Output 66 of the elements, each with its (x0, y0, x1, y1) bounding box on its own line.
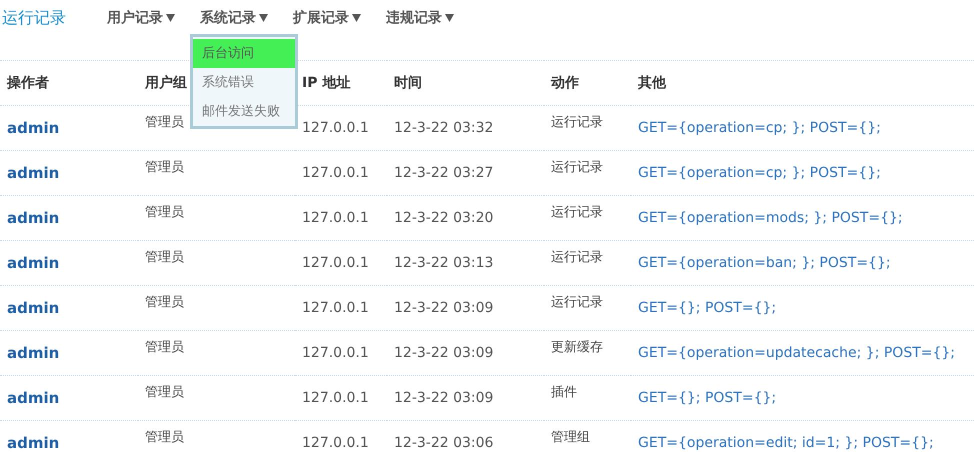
column-header: 用户组 (145, 75, 187, 91)
column-header: 时间 (394, 75, 422, 91)
caret-icon (166, 14, 175, 22)
caret-icon (445, 14, 454, 22)
details-cell: GET={operation=ban; }; POST={}; (638, 255, 891, 271)
ip-cell: 127.0.0.1 (302, 165, 369, 181)
details-cell: GET={}; POST={}; (638, 390, 776, 406)
operator-link[interactable]: admin (7, 119, 60, 137)
time-cell: 12-3-22 03:27 (394, 165, 494, 181)
caret-icon (259, 14, 268, 22)
action-cell: 运行记录 (551, 160, 603, 175)
ip-cell: 127.0.0.1 (302, 300, 369, 316)
operator-link[interactable]: admin (7, 299, 60, 317)
details-cell: GET={operation=mods; }; POST={}; (638, 210, 903, 226)
dropdown-item[interactable]: 后台访问 (193, 39, 295, 68)
nav-menu-button[interactable]: 扩展记录 (293, 9, 374, 27)
action-cell: 运行记录 (551, 205, 603, 220)
time-cell: 12-3-22 03:06 (394, 435, 494, 451)
ip-cell: 127.0.0.1 (302, 435, 369, 451)
column-header: 动作 (551, 75, 579, 91)
ip-cell: 127.0.0.1 (302, 120, 369, 136)
user-group-cell: 管理员 (145, 430, 184, 445)
nav-menu-button[interactable]: 用户记录 (107, 9, 188, 27)
time-cell: 12-3-22 03:09 (394, 300, 494, 316)
action-cell: 更新缓存 (551, 340, 603, 355)
column-header: 操作者 (7, 75, 49, 91)
nav-menu-button[interactable]: 违规记录 (386, 9, 467, 27)
user-group-cell: 管理员 (145, 250, 184, 265)
user-group-cell: 管理员 (145, 385, 184, 400)
details-cell: GET={operation=edit; id=1; }; POST={}; (638, 435, 934, 451)
details-cell: GET={}; POST={}; (638, 300, 776, 316)
action-cell: 运行记录 (551, 250, 603, 265)
user-group-cell: 管理员 (145, 160, 184, 175)
details-cell: GET={operation=cp; }; POST={}; (638, 165, 881, 181)
user-group-cell: 管理员 (145, 295, 184, 310)
operator-link[interactable]: admin (7, 344, 60, 362)
column-header: 其他 (638, 75, 666, 91)
action-cell: 运行记录 (551, 115, 603, 130)
operator-link[interactable]: admin (7, 389, 60, 407)
ip-cell: 127.0.0.1 (302, 390, 369, 406)
user-group-cell: 管理员 (145, 115, 184, 130)
time-cell: 12-3-22 03:13 (394, 255, 494, 271)
details-cell: GET={operation=updatecache; }; POST={}; (638, 345, 956, 361)
operator-link[interactable]: admin (7, 164, 60, 182)
ip-cell: 127.0.0.1 (302, 345, 369, 361)
action-cell: 运行记录 (551, 295, 603, 310)
operator-link[interactable]: admin (7, 209, 60, 227)
ip-cell: 127.0.0.1 (302, 255, 369, 271)
dropdown-item[interactable]: 邮件发送失败 (193, 97, 295, 126)
time-cell: 12-3-22 03:32 (394, 120, 494, 136)
time-cell: 12-3-22 03:20 (394, 210, 494, 226)
operator-link[interactable]: admin (7, 434, 60, 452)
operator-link[interactable]: admin (7, 254, 60, 272)
user-group-cell: 管理员 (145, 340, 184, 355)
action-cell: 管理组 (551, 430, 590, 445)
ip-cell: 127.0.0.1 (302, 210, 369, 226)
user-group-cell: 管理员 (145, 205, 184, 220)
dropdown-item[interactable]: 系统错误 (193, 68, 295, 97)
page-title: 运行记录 (2, 8, 67, 28)
nav-menu-button[interactable]: 系统记录 (200, 9, 281, 27)
time-cell: 12-3-22 03:09 (394, 345, 494, 361)
column-header: IP 地址 (302, 75, 350, 91)
caret-icon (352, 14, 361, 22)
action-cell: 插件 (551, 385, 577, 400)
time-cell: 12-3-22 03:09 (394, 390, 494, 406)
details-cell: GET={operation=cp; }; POST={}; (638, 120, 881, 136)
